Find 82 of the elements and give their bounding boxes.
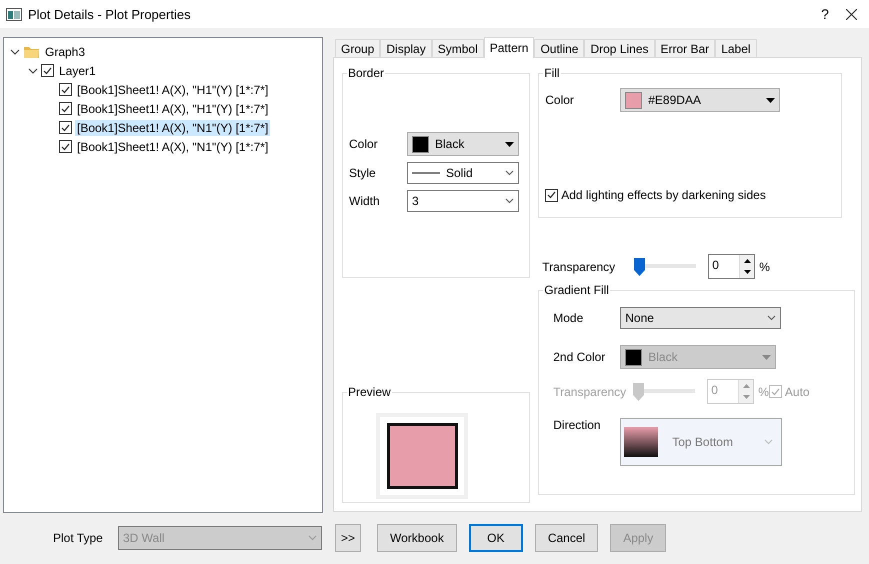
tree-item[interactable]: [Book1]Sheet1! A(X), "N1"(Y) [1*:7*] (75, 120, 270, 136)
dropdown[interactable]: 3 (407, 190, 519, 212)
preview-square (386, 423, 458, 489)
field-label: Style (349, 166, 377, 180)
checkbox[interactable] (545, 188, 558, 202)
unit-label: % (759, 260, 770, 274)
field-label: 2nd Color (553, 350, 606, 364)
caret-icon (762, 354, 772, 360)
tree-item[interactable]: Graph3 (43, 44, 88, 60)
check-icon (547, 191, 556, 199)
close-icon[interactable] (846, 8, 857, 20)
dropdown[interactable]: None (620, 307, 782, 329)
direction-dropdown[interactable]: Top Bottom (620, 418, 782, 466)
chevron-down-icon (764, 439, 773, 445)
group-title: Border (347, 66, 386, 80)
triangle-up-icon (744, 258, 751, 263)
gradient-swatch (624, 427, 658, 457)
chevron-down-icon (505, 198, 514, 204)
checkbox[interactable] (59, 121, 72, 134)
check-icon (43, 66, 52, 74)
field-label: Plot Type (53, 531, 104, 545)
check-icon (61, 124, 70, 132)
dropdown[interactable]: #E89DAA (620, 88, 780, 112)
group-title: Preview (347, 385, 392, 399)
tree-item[interactable]: Layer1 (57, 62, 98, 78)
check-icon (770, 388, 780, 396)
group-title: Fill (543, 66, 561, 80)
tree-item[interactable]: [Book1]Sheet1! A(X), "H1"(Y) [1*:7*] (75, 82, 270, 98)
help-button[interactable]: ? (810, 6, 840, 22)
check-icon (61, 86, 70, 94)
spin-down-button[interactable] (739, 266, 754, 278)
dialog-button[interactable]: OK (468, 524, 523, 552)
caret-icon (505, 142, 514, 146)
spin-field[interactable]: 0 (708, 254, 756, 279)
tab[interactable]: Display (380, 39, 432, 57)
field-label: Transparency (553, 384, 628, 398)
dropdown[interactable]: Solid (407, 162, 519, 184)
tab[interactable]: Label (715, 39, 757, 57)
dialog-button[interactable]: >> (335, 524, 362, 552)
checkbox[interactable] (59, 102, 72, 115)
field-label: Mode (553, 311, 584, 325)
tab[interactable]: Group (335, 39, 380, 57)
chevron-down-icon (308, 535, 317, 541)
tab[interactable]: Outline (534, 39, 584, 57)
expand-icon[interactable] (28, 66, 38, 76)
chevron-down-icon (505, 170, 514, 176)
triangle-down-icon (744, 270, 751, 274)
checkbox[interactable] (59, 83, 72, 96)
triangle-down-icon (742, 395, 750, 400)
field-label: Direction (553, 418, 602, 432)
app-icon (6, 8, 22, 20)
field-label: Transparency (542, 260, 616, 274)
window-title: Plot Details - Plot Properties (28, 6, 192, 22)
tree-item[interactable]: [Book1]Sheet1! A(X), "H1"(Y) [1*:7*] (75, 100, 270, 116)
tab[interactable]: Error Bar (654, 39, 716, 57)
chevron-down-icon (767, 315, 776, 321)
checkbox[interactable] (41, 64, 54, 77)
check-icon (61, 142, 70, 150)
dialog-button[interactable]: Workbook (377, 524, 457, 552)
tab[interactable]: Drop Lines (584, 39, 654, 57)
dropdown[interactable]: Black (407, 132, 519, 156)
slider[interactable] (633, 382, 696, 400)
check-icon (61, 104, 70, 112)
triangle-up-icon (742, 384, 750, 388)
spin-up-button[interactable] (739, 255, 754, 266)
folder-icon (23, 44, 40, 58)
tree-item[interactable]: [Book1]Sheet1! A(X), "N1"(Y) [1*:7*] (75, 138, 270, 154)
checkbox[interactable] (59, 140, 72, 153)
field-label: Width (349, 194, 381, 208)
group-title: Gradient Fill (543, 283, 610, 297)
field-label: Color (545, 93, 575, 107)
dialog-button[interactable]: Cancel (534, 524, 598, 552)
tab[interactable]: Pattern (484, 37, 534, 58)
field-label: Color (349, 137, 379, 151)
line-style-icon (412, 172, 440, 174)
tab[interactable]: Symbol (432, 39, 484, 57)
expand-icon[interactable] (10, 46, 20, 56)
slider-thumb[interactable] (634, 258, 646, 276)
unit-label: % (758, 384, 769, 398)
slider[interactable] (634, 258, 696, 276)
caret-icon (766, 98, 776, 102)
lighting-checkbox[interactable]: Add lighting effects by darkening sides (545, 188, 766, 202)
